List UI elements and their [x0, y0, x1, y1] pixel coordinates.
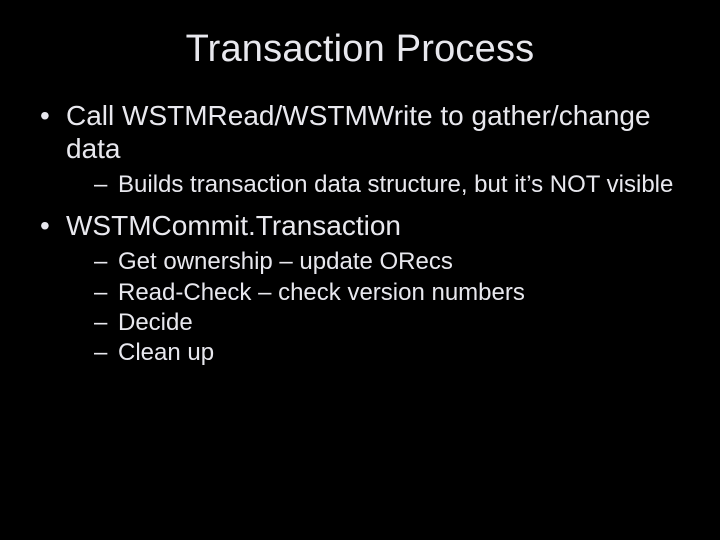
- list-item: Get ownership – update ORecs: [94, 248, 684, 276]
- bullet-text: Read-Check – check version numbers: [118, 279, 525, 306]
- bullet-text: Decide: [118, 309, 193, 336]
- slide-title: Transaction Process: [0, 0, 720, 89]
- list-item: Builds transaction data structure, but i…: [94, 171, 684, 199]
- bullet-list: Call WSTMRead/WSTMWrite to gather/change…: [36, 99, 684, 368]
- slide-body: Call WSTMRead/WSTMWrite to gather/change…: [0, 99, 720, 368]
- list-item: Decide: [94, 309, 684, 337]
- list-item: Call WSTMRead/WSTMWrite to gather/change…: [36, 99, 684, 199]
- sub-list: Get ownership – update ORecs Read-Check …: [66, 248, 684, 367]
- bullet-text: WSTMCommit.Transaction: [66, 210, 401, 241]
- list-item: WSTMCommit.Transaction Get ownership – u…: [36, 209, 684, 367]
- list-item: Clean up: [94, 339, 684, 367]
- bullet-text: Call WSTMRead/WSTMWrite to gather/change…: [66, 100, 651, 164]
- bullet-text: Get ownership – update ORecs: [118, 248, 453, 275]
- slide: Transaction Process Call WSTMRead/WSTMWr…: [0, 0, 720, 540]
- bullet-text: Clean up: [118, 339, 214, 366]
- sub-list: Builds transaction data structure, but i…: [66, 171, 684, 199]
- list-item: Read-Check – check version numbers: [94, 279, 684, 307]
- bullet-text: Builds transaction data structure, but i…: [118, 171, 673, 198]
